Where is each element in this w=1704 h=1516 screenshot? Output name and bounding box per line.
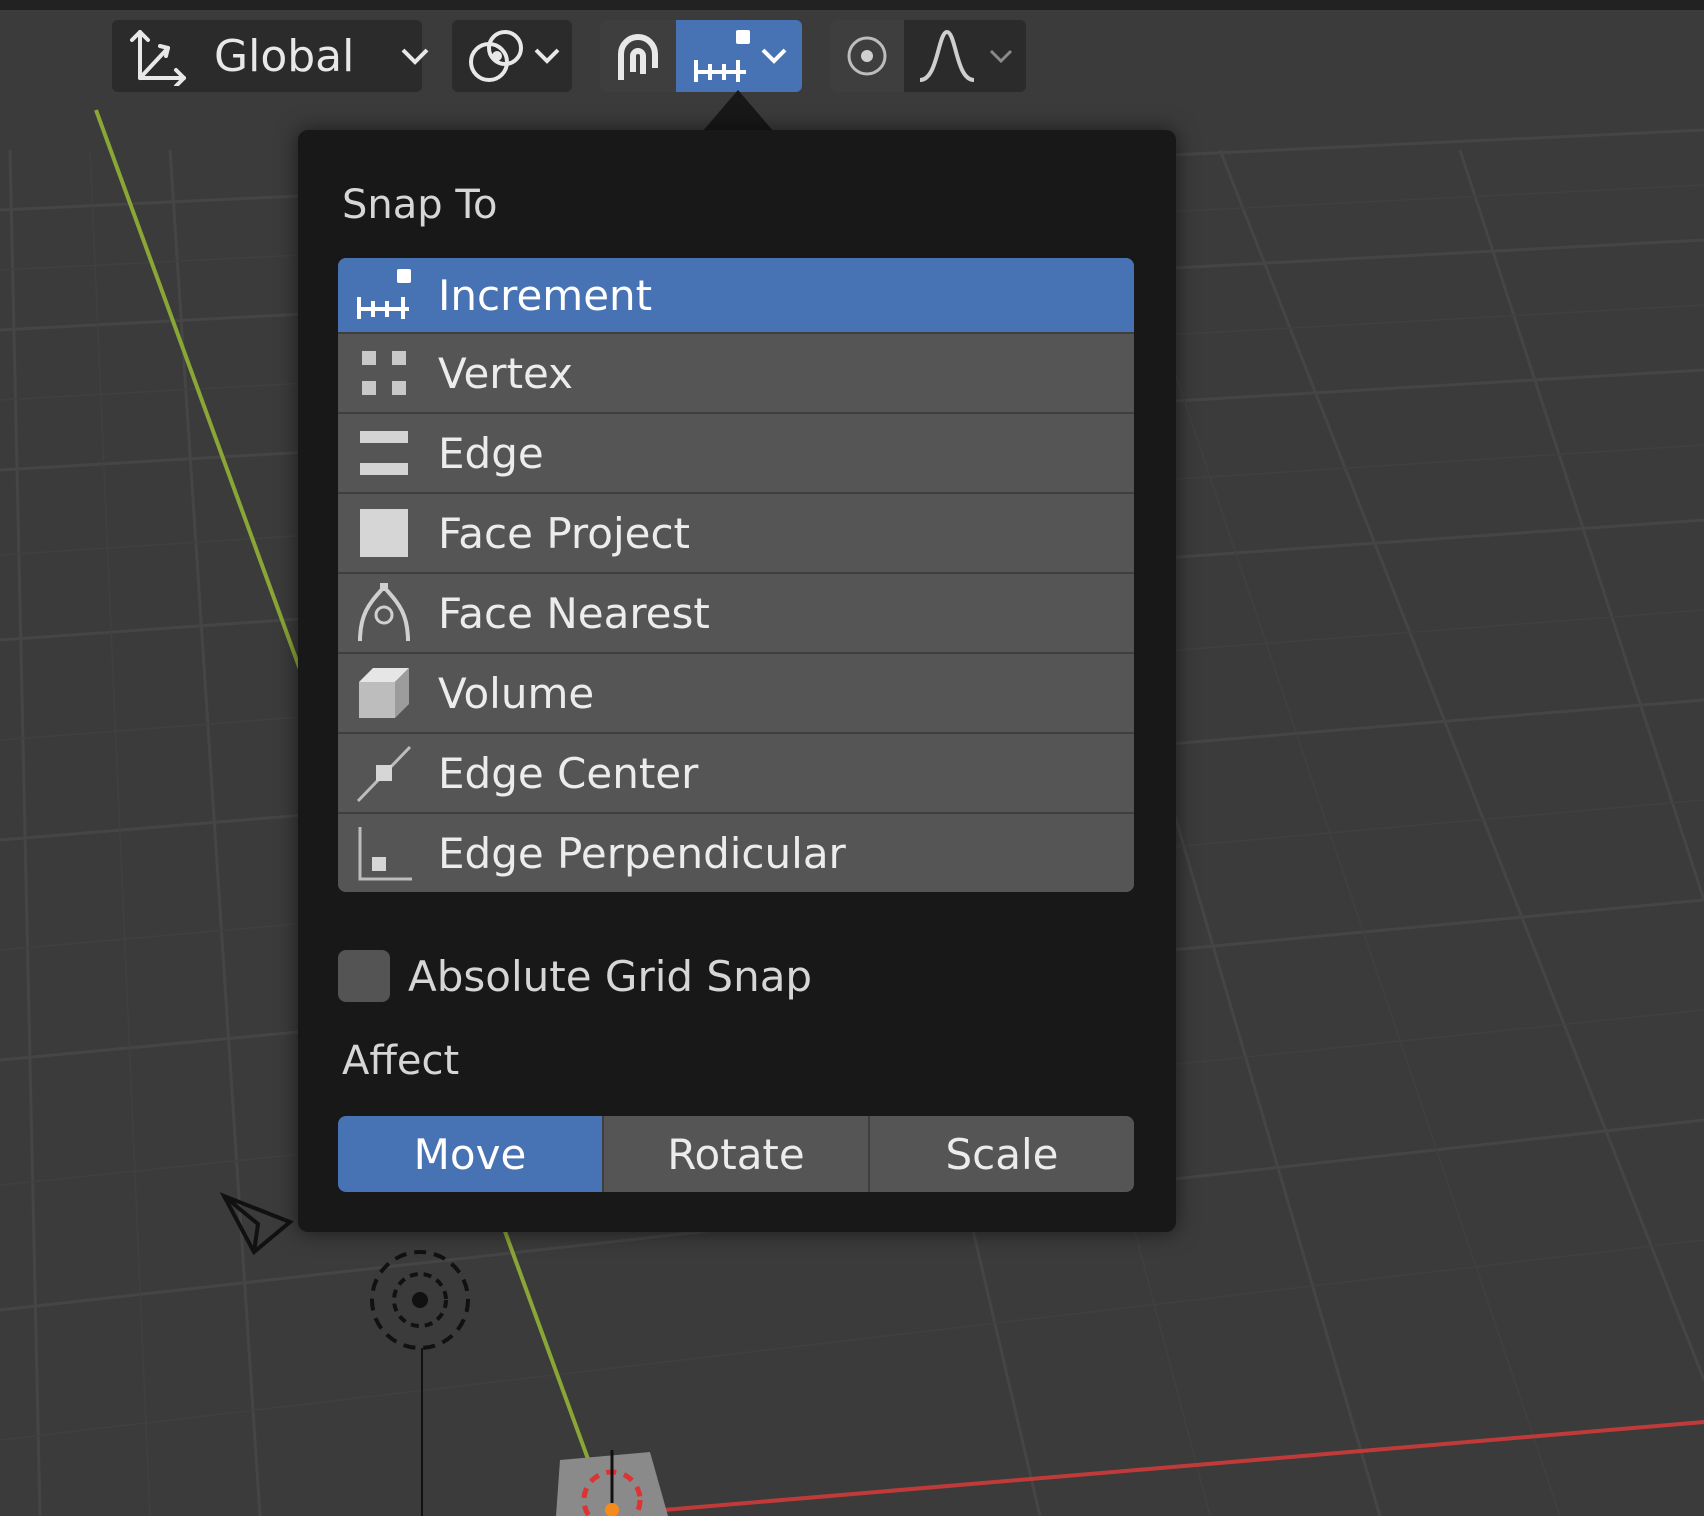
snap-option-edge[interactable]: Edge — [338, 412, 1134, 492]
snap-option-label: Face Project — [438, 508, 691, 558]
snap-to-list: Increment Vertex Edge Face Project Face … — [338, 258, 1134, 892]
snap-option-label: Edge Center — [438, 748, 699, 798]
pivot-point-dropdown[interactable] — [452, 20, 572, 92]
face-project-icon — [338, 496, 430, 570]
snap-option-label: Face Nearest — [438, 588, 710, 638]
affect-move-button[interactable]: Move — [338, 1116, 602, 1192]
snap-option-vertex[interactable]: Vertex — [338, 332, 1134, 412]
snap-option-label: Vertex — [438, 348, 574, 398]
proportional-edit-icon — [845, 34, 889, 78]
light-icon[interactable] — [370, 1250, 470, 1516]
transform-orientation-dropdown[interactable]: Global — [112, 20, 429, 92]
snap-popover: Snap To Increment Vertex Edge Face Proje… — [298, 130, 1176, 1232]
edge-center-icon — [338, 736, 430, 810]
snap-option-label: Edge Perpendicular — [438, 828, 846, 878]
absolute-grid-snap-label: Absolute Grid Snap — [408, 951, 813, 1001]
proportional-edit-toggle[interactable] — [830, 20, 904, 92]
absolute-grid-snap-row[interactable]: Absolute Grid Snap — [338, 950, 812, 1002]
default-cube[interactable] — [556, 1450, 668, 1516]
snap-option-edge-center[interactable]: Edge Center — [338, 732, 1134, 812]
camera-icon[interactable] — [219, 1192, 294, 1256]
snap-option-face-project[interactable]: Face Project — [338, 492, 1134, 572]
chevron-down-icon — [760, 46, 788, 66]
increment-icon — [338, 258, 430, 332]
snap-option-label: Edge — [438, 428, 544, 478]
x-axis-line — [639, 1420, 1704, 1514]
chevron-down-icon — [988, 47, 1014, 65]
snap-toggle-button[interactable] — [600, 20, 676, 92]
transform-axes-icon — [126, 26, 190, 86]
increment-icon — [690, 26, 752, 86]
snap-target-dropdown[interactable] — [676, 20, 802, 92]
snap-option-face-nearest[interactable]: Face Nearest — [338, 572, 1134, 652]
chevron-down-icon — [400, 46, 430, 66]
edge-perpendicular-icon — [338, 816, 430, 890]
volume-icon — [338, 656, 430, 730]
falloff-dropdown[interactable] — [904, 20, 1026, 92]
magnet-icon — [609, 28, 667, 84]
affect-toggle-group: Move Rotate Scale — [338, 1116, 1134, 1192]
chevron-down-icon — [533, 46, 561, 66]
proportional-editing-group — [830, 20, 1026, 92]
face-nearest-icon — [338, 576, 430, 650]
transform-orientation-value: Global — [214, 30, 355, 82]
snap-option-edge-perpendicular[interactable]: Edge Perpendicular — [338, 812, 1134, 892]
edge-icon — [338, 416, 430, 490]
snap-option-label: Increment — [438, 270, 653, 320]
absolute-grid-snap-checkbox[interactable] — [338, 950, 390, 1002]
pivot-point-icon — [463, 26, 529, 86]
falloff-curve-icon — [916, 28, 978, 84]
vertex-icon — [338, 336, 430, 410]
snap-option-label: Volume — [438, 668, 595, 718]
affect-label: Affect — [342, 1038, 460, 1084]
affect-rotate-button[interactable]: Rotate — [602, 1116, 868, 1192]
top-strip — [0, 0, 1704, 10]
snap-option-volume[interactable]: Volume — [338, 652, 1134, 732]
popover-pointer — [702, 90, 774, 132]
snap-to-label: Snap To — [342, 182, 498, 228]
snapping-group — [600, 20, 802, 92]
affect-scale-button[interactable]: Scale — [868, 1116, 1134, 1192]
snap-option-increment[interactable]: Increment — [338, 258, 1134, 332]
